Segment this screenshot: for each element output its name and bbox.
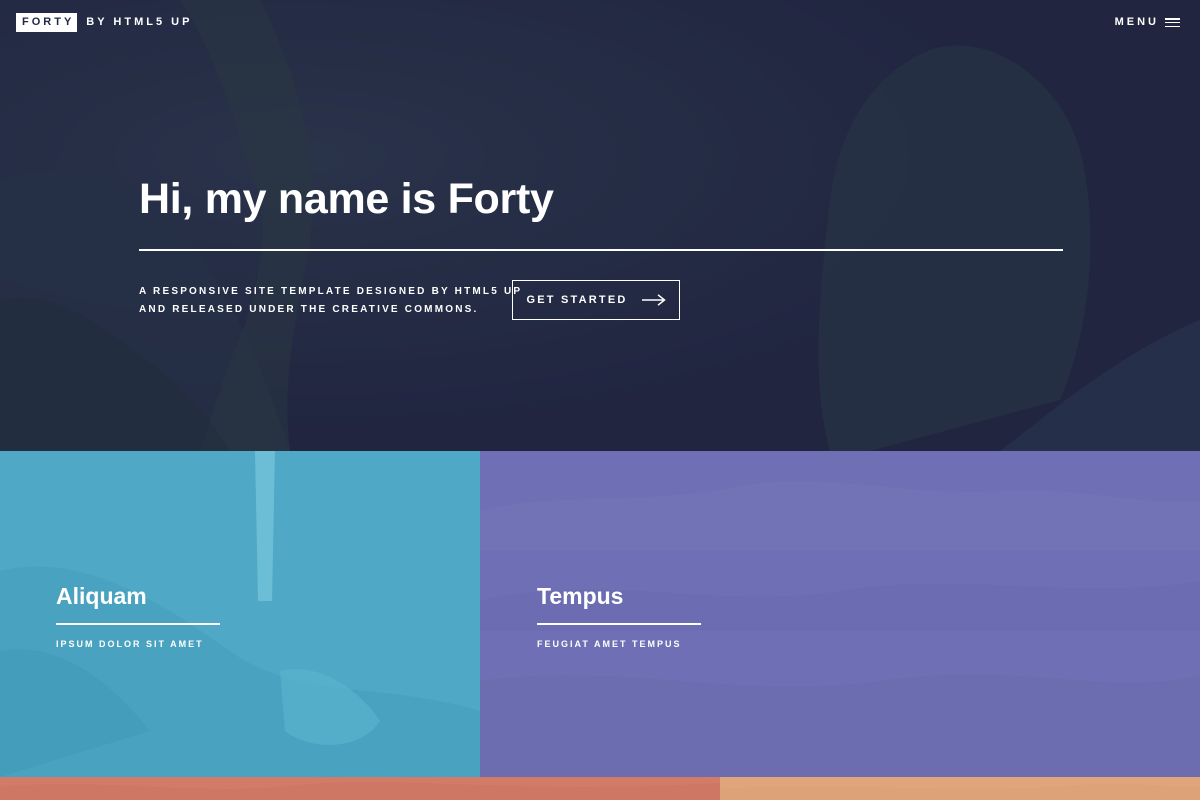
tile-divider <box>537 623 701 625</box>
hamburger-icon <box>1165 18 1180 27</box>
logo-subtitle: BY HTML5 UP <box>86 16 193 28</box>
logo-box: FORTY <box>16 13 78 32</box>
tile-subtitle: FEUGIAT AMET TEMPUS <box>537 638 682 649</box>
tile-subtitle: IPSUM DOLOR SIT AMET <box>56 638 204 649</box>
site-header: FORTY BY HTML5 UP MENU <box>0 0 1200 46</box>
tile-title: Tempus <box>537 583 624 609</box>
tile-title: Aliquam <box>56 583 147 609</box>
tile-divider <box>56 623 220 625</box>
tile-content: Aliquam IPSUM DOLOR SIT AMET <box>56 582 220 651</box>
banner-inner: Hi, my name is Forty A RESPONSIVE SITE T… <box>139 170 1063 320</box>
arrow-right-icon <box>641 293 666 306</box>
get-started-label: GET STARTED <box>526 293 628 306</box>
site-logo[interactable]: FORTY BY HTML5 UP <box>16 13 192 32</box>
banner-divider <box>139 249 1063 251</box>
tile-background-image <box>720 777 1200 800</box>
banner-description-line-2: AND RELEASED UNDER THE CREATIVE COMMONS. <box>139 303 479 315</box>
banner: Hi, my name is Forty A RESPONSIVE SITE T… <box>0 0 1200 451</box>
menu-button[interactable]: MENU <box>1115 14 1180 31</box>
banner-description-line-1: A RESPONSIVE SITE TEMPLATE DESIGNED BY H… <box>139 285 523 297</box>
tile-4[interactable] <box>720 777 1200 800</box>
tile-background-image <box>0 777 720 800</box>
tile-aliquam[interactable]: Aliquam IPSUM DOLOR SIT AMET <box>0 451 480 777</box>
menu-label: MENU <box>1114 16 1159 28</box>
banner-description: A RESPONSIVE SITE TEMPLATE DESIGNED BY H… <box>139 283 523 319</box>
tile-content: Tempus FEUGIAT AMET TEMPUS <box>537 582 701 651</box>
tile-tempus[interactable]: Tempus FEUGIAT AMET TEMPUS <box>480 451 1200 777</box>
tile-3[interactable] <box>0 777 720 800</box>
page-title: Hi, my name is Forty <box>139 175 554 223</box>
banner-content-row: A RESPONSIVE SITE TEMPLATE DESIGNED BY H… <box>139 279 1063 320</box>
get-started-button[interactable]: GET STARTED <box>512 279 680 320</box>
